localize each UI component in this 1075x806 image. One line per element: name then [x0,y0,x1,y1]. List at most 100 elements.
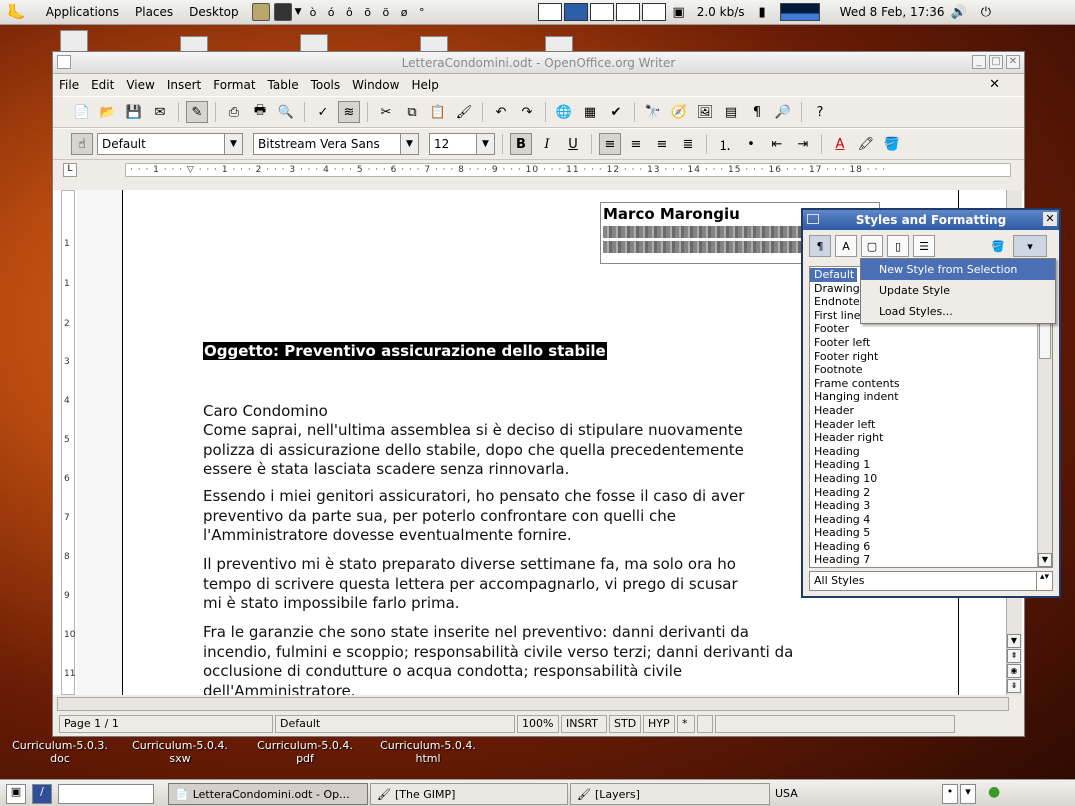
network-monitor-icon[interactable]: ▣ [672,5,684,20]
bullets-icon[interactable]: • [740,133,762,155]
paragraph-styles-icon[interactable]: ¶ [809,235,831,257]
app-launcher-icon[interactable]: / [32,784,52,804]
battery-icon[interactable]: ▮ [759,5,766,20]
bold-icon[interactable]: B [510,133,532,155]
style-item[interactable]: Heading 2 [810,486,1052,500]
char-palette[interactable]: ò ó ô õ ö ø ° [310,6,429,19]
menu-insert[interactable]: Insert [167,78,201,92]
menu-edit[interactable]: Edit [91,78,114,92]
close-document-icon[interactable]: ✕ [989,77,1000,92]
export-pdf-icon[interactable]: ⎙ [223,101,245,123]
edit-mode-icon[interactable]: ✎ [186,101,208,123]
nonprinting-chars-icon[interactable]: ¶ [746,101,768,123]
volume-icon[interactable]: 🔊 [951,5,967,20]
writer-app-icon[interactable] [57,55,71,69]
status-zoom[interactable]: 100% [517,715,559,733]
dot-icon[interactable]: • [942,784,958,804]
style-item[interactable]: Header right [810,431,1052,445]
menu-help[interactable]: Help [411,78,438,92]
status-page[interactable]: Page 1 / 1 [59,715,273,733]
style-item[interactable]: Footnote [810,363,1052,377]
save-icon[interactable]: 💾 [123,101,145,123]
status-selection-mode[interactable]: STD [609,715,641,733]
print-icon[interactable]: 🖶 [249,101,271,123]
font-color-icon[interactable]: A [829,133,851,155]
paragraph-style-select[interactable]: Default ▼ [97,133,243,155]
menu-window[interactable]: Window [352,78,399,92]
zoom-icon[interactable]: 🔎 [772,101,794,123]
chevron-down-icon[interactable]: ▼ [476,134,494,154]
horizontal-ruler[interactable]: · · · 1 · · · ▽ · · · 1 · · · 2 · · · 3 … [125,163,1011,177]
navigation-icon[interactable]: ◉ [1007,664,1021,678]
justify-icon[interactable]: ≣ [677,133,699,155]
tab-stop-selector[interactable]: L [63,163,77,177]
workspace-switcher[interactable] [538,3,667,21]
chevron-down-icon[interactable]: ▼ [400,134,418,154]
align-right-icon[interactable]: ≡ [651,133,673,155]
style-item[interactable]: Footer [810,322,1052,336]
window-titlebar[interactable]: LetteraCondomini.odt - OpenOffice.org Wr… [53,52,1024,74]
email-icon[interactable]: ✉ [149,101,171,123]
copy-icon[interactable]: ⧉ [401,101,423,123]
task-gimp[interactable]: 🖌 [The GIMP] [370,783,568,805]
menu-item-new-style-from-selection[interactable]: New Style from Selection [861,259,1055,280]
style-item[interactable]: Footer left [810,336,1052,350]
scroll-down-icon[interactable]: ▼ [1038,553,1052,567]
desktop-icon-label[interactable]: Curriculum-5.0.4. sxw [130,739,230,765]
taskbar-input[interactable] [58,784,154,804]
hyperlink-icon[interactable]: 🌐 [553,101,575,123]
menu-file[interactable]: File [59,78,79,92]
maximize-icon[interactable]: □ [989,55,1003,69]
style-item[interactable]: Heading 4 [810,513,1052,527]
style-item[interactable]: Hanging indent [810,390,1052,404]
next-page-icon[interactable]: ⇟ [1007,679,1021,693]
new-document-icon[interactable]: 📄 [71,101,93,123]
font-name-select[interactable]: Bitstream Vera Sans ▼ [253,133,419,155]
subject-line[interactable]: Oggetto: Preventivo assicurazione dello … [203,342,607,360]
table-icon[interactable]: ▦ [579,101,601,123]
autospellcheck-icon[interactable]: ≋ [338,101,360,123]
status-style[interactable]: Default [275,715,515,733]
background-color-icon[interactable]: 🪣 [881,133,903,155]
menu-item-load-styles[interactable]: Load Styles... [861,301,1055,322]
increase-indent-icon[interactable]: ⇥ [792,133,814,155]
open-folder-icon[interactable]: 📂 [97,101,119,123]
style-item[interactable]: Header [810,404,1052,418]
style-item[interactable]: Heading [810,445,1052,459]
align-left-icon[interactable]: ≡ [599,133,621,155]
highlight-icon[interactable]: 🖍 [855,133,877,155]
menu-table[interactable]: Table [268,78,299,92]
style-item[interactable]: Heading 10 [810,472,1052,486]
align-center-icon[interactable]: ≡ [625,133,647,155]
style-item[interactable]: Heading 3 [810,499,1052,513]
workspace-5[interactable] [642,3,667,21]
style-item[interactable]: Heading 7 [810,553,1052,567]
paste-icon[interactable]: 📋 [427,101,449,123]
underline-icon[interactable]: U [562,133,584,155]
previous-page-icon[interactable]: ⇞ [1007,649,1021,663]
close-icon[interactable]: ✕ [1006,55,1020,69]
desktop-icon-label[interactable]: Curriculum-5.0.4. pdf [255,739,355,765]
redo-icon[interactable]: ↷ [516,101,538,123]
workspace-3[interactable] [590,3,615,21]
menu-tools[interactable]: Tools [311,78,341,92]
logout-icon[interactable]: ⏻ [981,5,991,20]
italic-icon[interactable]: I [536,133,558,155]
style-item[interactable]: Footer right [810,350,1052,364]
vertical-ruler[interactable]: 1 1 2 3 4 5 6 7 8 9 10 11 [61,190,75,695]
workspace-2[interactable] [564,3,589,21]
page-styles-icon[interactable]: ▯ [887,235,909,257]
style-item[interactable]: Frame contents [810,377,1052,391]
data-sources-icon[interactable]: ▤ [720,101,742,123]
status-ok-icon[interactable]: ● [988,784,1000,800]
keyboard-layout[interactable]: USA [775,787,798,800]
terminal-icon[interactable] [273,3,292,21]
spellcheck-icon[interactable]: ✓ [312,101,334,123]
style-item[interactable]: Heading 6 [810,540,1052,554]
clock[interactable]: Wed 8 Feb, 17:36 [840,5,945,19]
style-filter-select[interactable]: All Styles ▴▾ [809,571,1053,591]
chevron-down-icon[interactable]: ▾ [960,784,976,804]
find-replace-icon[interactable]: 🔭 [642,101,664,123]
cut-icon[interactable]: ✂ [375,101,397,123]
numbering-icon[interactable]: ⒈ [714,133,736,155]
